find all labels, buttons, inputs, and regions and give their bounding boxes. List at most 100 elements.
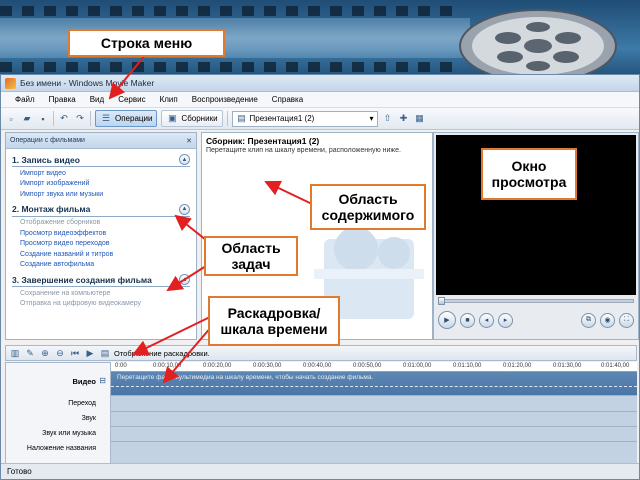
timeline-track-labels: Видео ⊟ Переход Звук Звук или музыка Нал…: [5, 362, 111, 464]
tasks-pane-title: Операции с фильмами: [10, 137, 85, 144]
seek-thumb[interactable]: [438, 297, 445, 305]
new-project-icon[interactable]: ▫: [5, 113, 17, 125]
set-audio-levels-icon[interactable]: ▥: [9, 347, 21, 359]
play-timeline-icon[interactable]: ▶: [84, 347, 96, 359]
ruler-tick: 0:01:30,00: [553, 363, 582, 369]
video-track-divider: [111, 386, 637, 387]
collapse-icon[interactable]: ▲: [179, 203, 190, 215]
film-holes-bottom: [0, 62, 460, 72]
menu-edit[interactable]: Правка: [47, 94, 78, 105]
undo-icon[interactable]: ↶: [58, 113, 70, 125]
collection-select[interactable]: ▤ Презентация1 (2) ▾: [231, 110, 378, 127]
task-link-import-audio[interactable]: Импорт звука или музыки: [12, 188, 190, 199]
toolbar-separator: [53, 111, 54, 126]
task-section-heading[interactable]: 2. Монтаж фильма ▲: [12, 203, 190, 217]
toolbar: ▫ ▰ ▪ ↶ ↷ ☰ Операции ▣ Сборники ▤ Презен…: [1, 108, 639, 130]
task-link-view-effects[interactable]: Просмотр видеоэффектов: [12, 227, 190, 238]
redo-icon[interactable]: ↷: [74, 113, 86, 125]
task-link-view-transitions[interactable]: Просмотр видео переходов: [12, 238, 190, 249]
audio-track[interactable]: [111, 412, 637, 427]
callout-content-area: Область содержимого: [310, 184, 426, 230]
play-icon[interactable]: ▶: [438, 311, 456, 329]
ruler-tick: 0:00: [115, 363, 127, 369]
task-section-heading[interactable]: 3. Завершение создания фильма ▲: [12, 274, 190, 287]
video-track[interactable]: Перетащите файл мультимедиа на шкалу вре…: [111, 372, 637, 396]
toolbar-separator: [226, 111, 228, 126]
tasks-icon: ☰: [101, 113, 111, 123]
operations-button[interactable]: ☰ Операции: [95, 110, 158, 127]
fullscreen-icon[interactable]: ⛶: [619, 312, 634, 328]
collapse-icon[interactable]: ▲: [179, 154, 190, 165]
storyboard-toggle-label[interactable]: Отображение раскадровки.: [114, 349, 210, 358]
ruler-tick: 0:01:20,00: [503, 363, 532, 369]
menu-bar: Файл Правка Вид Сервис Клип Воспроизведе…: [1, 92, 639, 108]
tasks-pane-header: Операции с фильмами ✕: [6, 133, 196, 149]
stop-icon[interactable]: ■: [460, 312, 475, 328]
track-label-video: Видео: [72, 377, 96, 386]
task-link-automovie[interactable]: Создание автофильма: [12, 259, 190, 270]
app-window: Без имени - Windows Movie Maker Файл Пра…: [0, 74, 640, 480]
rewind-icon[interactable]: ⏮: [69, 347, 81, 359]
collections-label: Сборники: [181, 114, 218, 123]
video-track-hint: Перетащите файл мультимедиа на шкалу вре…: [117, 374, 374, 381]
next-frame-icon[interactable]: ▸: [498, 312, 513, 328]
narrate-icon[interactable]: ✎: [24, 347, 36, 359]
open-project-icon[interactable]: ▰: [21, 113, 33, 125]
menu-clip[interactable]: Клип: [158, 94, 180, 105]
callout-storyboard: Раскадровка/ шкала времени: [208, 296, 340, 346]
title-overlay-track[interactable]: [111, 442, 637, 464]
task-section-title: 1. Запись видео: [12, 154, 80, 165]
close-icon[interactable]: ✕: [186, 137, 192, 145]
storyboard-icon[interactable]: ▤: [99, 347, 111, 359]
collapse-icon[interactable]: ▲: [179, 274, 190, 285]
task-link-show-collections[interactable]: Отображение сборников: [12, 217, 190, 228]
collection-title: Сборник: Презентация1 (2): [206, 136, 320, 146]
zoom-out-icon[interactable]: ⊖: [54, 347, 66, 359]
collection-select-value: Презентация1 (2): [249, 114, 315, 123]
timeline-toolbar: ▥ ✎ ⊕ ⊖ ⏮ ▶ ▤ Отображение раскадровки.: [5, 345, 637, 361]
menu-file[interactable]: Файл: [13, 94, 37, 105]
menu-help[interactable]: Справка: [270, 94, 305, 105]
window-title: Без имени - Windows Movie Maker: [20, 78, 155, 88]
callout-menu-bar: Строка меню: [68, 29, 225, 57]
seek-bar[interactable]: [438, 297, 634, 305]
task-link-import-images[interactable]: Импорт изображений: [12, 178, 190, 189]
timeline-ruler[interactable]: 0:00 0:00:10,00 0:00:20,00 0:00:30,00 0:…: [111, 362, 637, 372]
save-project-icon[interactable]: ▪: [37, 113, 49, 125]
task-section-edit: 2. Монтаж фильма ▲ Отображение сборников…: [6, 203, 196, 270]
task-link-import-video[interactable]: Импорт видео: [12, 167, 190, 178]
timeline-tracks: Перетащите файл мультимедиа на шкалу вре…: [111, 372, 637, 464]
expand-track-icon[interactable]: ⊟: [99, 376, 106, 385]
ruler-tick: 0:00:20,00: [203, 363, 232, 369]
task-section-heading[interactable]: 1. Запись видео ▲: [12, 154, 190, 167]
menu-view[interactable]: Вид: [88, 94, 106, 105]
toolbar-separator: [90, 111, 91, 126]
music-track[interactable]: [111, 427, 637, 442]
status-bar: Готово: [1, 463, 639, 479]
operations-label: Операции: [115, 114, 153, 123]
view-options-icon[interactable]: ▦: [414, 113, 426, 125]
collections-button[interactable]: ▣ Сборники: [161, 110, 223, 127]
task-link-make-titles[interactable]: Создание названий и титров: [12, 248, 190, 259]
ruler-tick: 0:01:00,00: [403, 363, 432, 369]
task-section-capture: 1. Запись видео ▲ Импорт видео Импорт из…: [6, 154, 196, 199]
collection-hint: Перетащите клип на шкалу времени, распол…: [206, 147, 401, 154]
previous-frame-icon[interactable]: ◂: [479, 312, 494, 328]
menu-play[interactable]: Воспроизведение: [190, 94, 260, 105]
split-clip-icon[interactable]: ⧉: [581, 312, 596, 328]
menu-tools[interactable]: Сервис: [116, 94, 147, 105]
collection-icon: ▤: [237, 113, 246, 123]
film-holes-top: [0, 6, 460, 16]
task-link-send-to-camera[interactable]: Отправка на цифровую видеокамеру: [12, 298, 190, 309]
snapshot-icon[interactable]: ◉: [600, 312, 615, 328]
task-link-save-to-computer[interactable]: Сохранение на компьютере: [12, 287, 190, 298]
track-label-title-overlay: Наложение названия: [26, 445, 96, 452]
up-folder-icon[interactable]: ⇧: [382, 113, 394, 125]
preview-controls: ▶ ■ ◂ ▸ ⧉ ◉ ⛶: [438, 307, 634, 333]
ruler-tick: 0:01:40,00: [601, 363, 630, 369]
task-section-title: 2. Монтаж фильма: [12, 204, 91, 214]
transition-track[interactable]: [111, 396, 637, 412]
new-collection-icon[interactable]: ✚: [398, 113, 410, 125]
ruler-tick: 0:00:10,00: [153, 363, 182, 369]
zoom-in-icon[interactable]: ⊕: [39, 347, 51, 359]
